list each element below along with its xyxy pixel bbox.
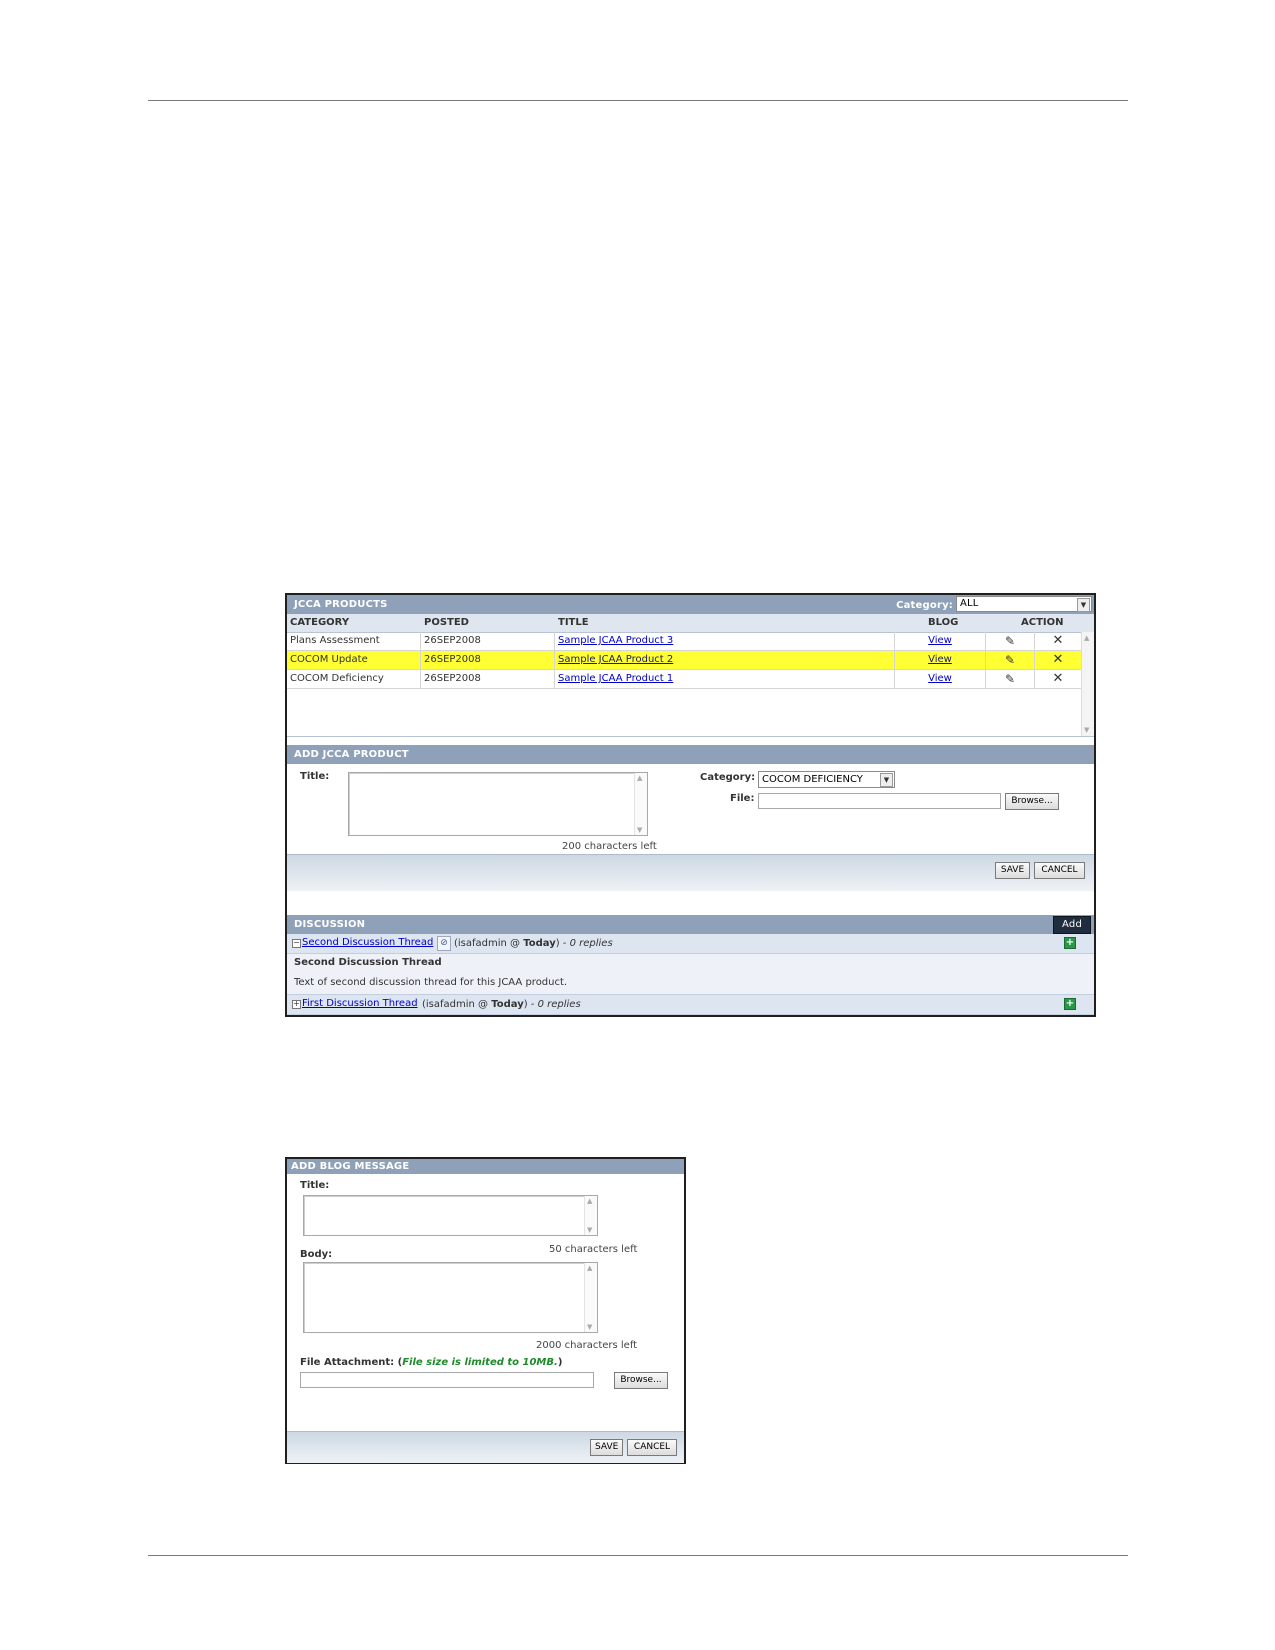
add-product-title-label: Title: [300,771,330,782]
cancel-button[interactable]: CANCEL [627,1439,677,1456]
category-filter-value: ALL [960,598,979,609]
thread-meta: (isafadmin @ Today) - 0 replies [454,938,613,949]
blog-file-input[interactable] [300,1372,594,1388]
blog-header: ADD BLOG MESSAGE [287,1159,684,1174]
blog-body-counter: 2000 characters left [536,1340,638,1351]
page-bottom-rule [148,1555,1128,1556]
pencil-icon[interactable]: ✎ [986,651,1035,669]
expand-icon[interactable]: + [292,1000,301,1009]
blog-attachment-label: File Attachment: (File size is limited t… [300,1357,563,1368]
products-header: JCCA PRODUCTS Category: ALL ▼ [287,595,1094,614]
products-scrollbar[interactable]: ▲ ▼ [1081,632,1094,736]
add-product-header-title: ADD JCCA PRODUCT [294,749,409,760]
add-discussion-button[interactable]: Add [1053,916,1091,934]
add-product-category-select[interactable]: COCOM DEFICIENCY ▼ [758,771,895,788]
delete-icon[interactable]: ✕ [1035,651,1081,669]
scroll-down-icon[interactable]: ▼ [1084,726,1089,734]
products-table-body: Plans Assessment 26SEP2008 Sample JCAA P… [287,632,1094,736]
browse-button[interactable]: Browse... [614,1372,668,1389]
add-product-category-value: COCOM DEFICIENCY [762,774,863,785]
pencil-icon[interactable]: ✎ [986,632,1035,650]
row-blog-view-link[interactable]: View [928,654,952,665]
category-filter-select[interactable]: ALL ▼ [956,596,1092,612]
row-category: Plans Assessment [287,632,421,650]
row-title-link[interactable]: Sample JCAA Product 3 [558,635,673,646]
col-blog[interactable]: BLOG [928,617,958,628]
page-top-rule [148,100,1128,101]
row-category: COCOM Deficiency [287,670,421,688]
blog-toolbar: SAVE CANCEL [287,1431,684,1463]
row-posted: 26SEP2008 [421,632,555,650]
textarea-scrollbar[interactable]: ▲ ▼ [584,1263,597,1332]
collapse-icon[interactable]: − [292,939,301,948]
row-title-link[interactable]: Sample JCAA Product 2 [558,654,673,665]
thread-title-link[interactable]: Second Discussion Thread [302,937,433,948]
products-column-headers: CATEGORY POSTED TITLE BLOG ACTION [287,614,1094,633]
thread-body-title: Second Discussion Thread [294,957,442,968]
add-product-title-input[interactable]: ▲ ▼ [348,772,648,836]
discussion-header: DISCUSSION Add [287,915,1094,934]
blog-header-title: ADD BLOG MESSAGE [291,1161,410,1172]
chevron-down-icon[interactable]: ▼ [1077,598,1090,612]
add-blog-panel: ADD BLOG MESSAGE Title: ▲ ▼ 50 characters… [285,1157,686,1464]
discussion-thread-row[interactable]: + First Discussion Thread (isafadmin @ T… [287,995,1094,1015]
products-header-title: JCCA PRODUCTS [294,599,388,610]
row-blog-view-link[interactable]: View [928,635,952,646]
add-reply-icon[interactable]: + [1064,998,1076,1010]
table-row[interactable]: COCOM Update 26SEP2008 Sample JCAA Produ… [287,651,1081,670]
textarea-scrollbar[interactable]: ▲ ▼ [584,1196,597,1235]
add-product-file-label: File: [730,793,755,804]
thread-body-text: Text of second discussion thread for thi… [294,977,568,988]
textarea-scrollbar[interactable]: ▲ ▼ [634,773,647,835]
thread-meta: (isafadmin @ Today) - 0 replies [422,999,581,1010]
row-posted: 26SEP2008 [421,651,555,669]
add-product-section: ADD JCCA PRODUCT Title: ▲ ▼ 200 character… [287,745,1094,891]
scroll-up-icon[interactable]: ▲ [1084,634,1089,642]
delete-icon[interactable]: ✕ [1035,670,1081,688]
blog-body-label: Body: [300,1249,333,1260]
save-button[interactable]: SAVE [590,1439,623,1456]
discussion-header-title: DISCUSSION [294,919,366,930]
discussion-section: DISCUSSION Add − Second Discussion Threa… [287,915,1094,1015]
table-row[interactable]: Plans Assessment 26SEP2008 Sample JCAA P… [287,632,1081,651]
col-title[interactable]: TITLE [558,617,589,628]
add-product-toolbar: SAVE CANCEL [287,854,1094,891]
category-filter-label: Category: [896,600,953,611]
pencil-icon[interactable]: ✎ [986,670,1035,688]
chevron-down-icon[interactable]: ▼ [880,773,893,787]
browse-button[interactable]: Browse... [1005,793,1059,810]
add-product-category-label: Category: [700,772,756,783]
add-product-header: ADD JCCA PRODUCT [287,745,1094,764]
save-button[interactable]: SAVE [995,862,1030,879]
divider [287,736,1094,737]
file-size-note: File size is limited to 10MB. [402,1357,558,1368]
blog-title-counter: 50 characters left [549,1244,638,1255]
row-title-link[interactable]: Sample JCAA Product 1 [558,673,673,684]
discussion-thread-row[interactable]: − Second Discussion Thread ⊘ (isafadmin … [287,934,1094,954]
jcca-products-panel: JCCA PRODUCTS Category: ALL ▼ CATEGORY P… [285,593,1096,1017]
col-action[interactable]: ACTION [1021,617,1064,628]
delete-icon[interactable]: ✕ [1035,632,1081,650]
cancel-button[interactable]: CANCEL [1034,862,1085,879]
blog-title-label: Title: [300,1180,330,1191]
table-row[interactable]: COCOM Deficiency 26SEP2008 Sample JCAA P… [287,670,1081,689]
thread-title-link[interactable]: First Discussion Thread [302,998,418,1009]
blog-body-input[interactable]: ▲ ▼ [303,1262,598,1333]
col-category[interactable]: CATEGORY [290,617,349,628]
col-posted[interactable]: POSTED [424,617,469,628]
add-reply-icon[interactable]: + [1064,937,1076,949]
add-product-title-counter: 200 characters left [562,841,657,852]
paperclip-icon[interactable]: ⊘ [437,936,451,951]
blog-title-input[interactable]: ▲ ▼ [303,1195,598,1236]
add-product-file-input[interactable] [758,793,1001,809]
row-posted: 26SEP2008 [421,670,555,688]
row-blog-view-link[interactable]: View [928,673,952,684]
thread-body: Second Discussion Thread Text of second … [287,954,1094,995]
row-category: COCOM Update [287,651,421,669]
